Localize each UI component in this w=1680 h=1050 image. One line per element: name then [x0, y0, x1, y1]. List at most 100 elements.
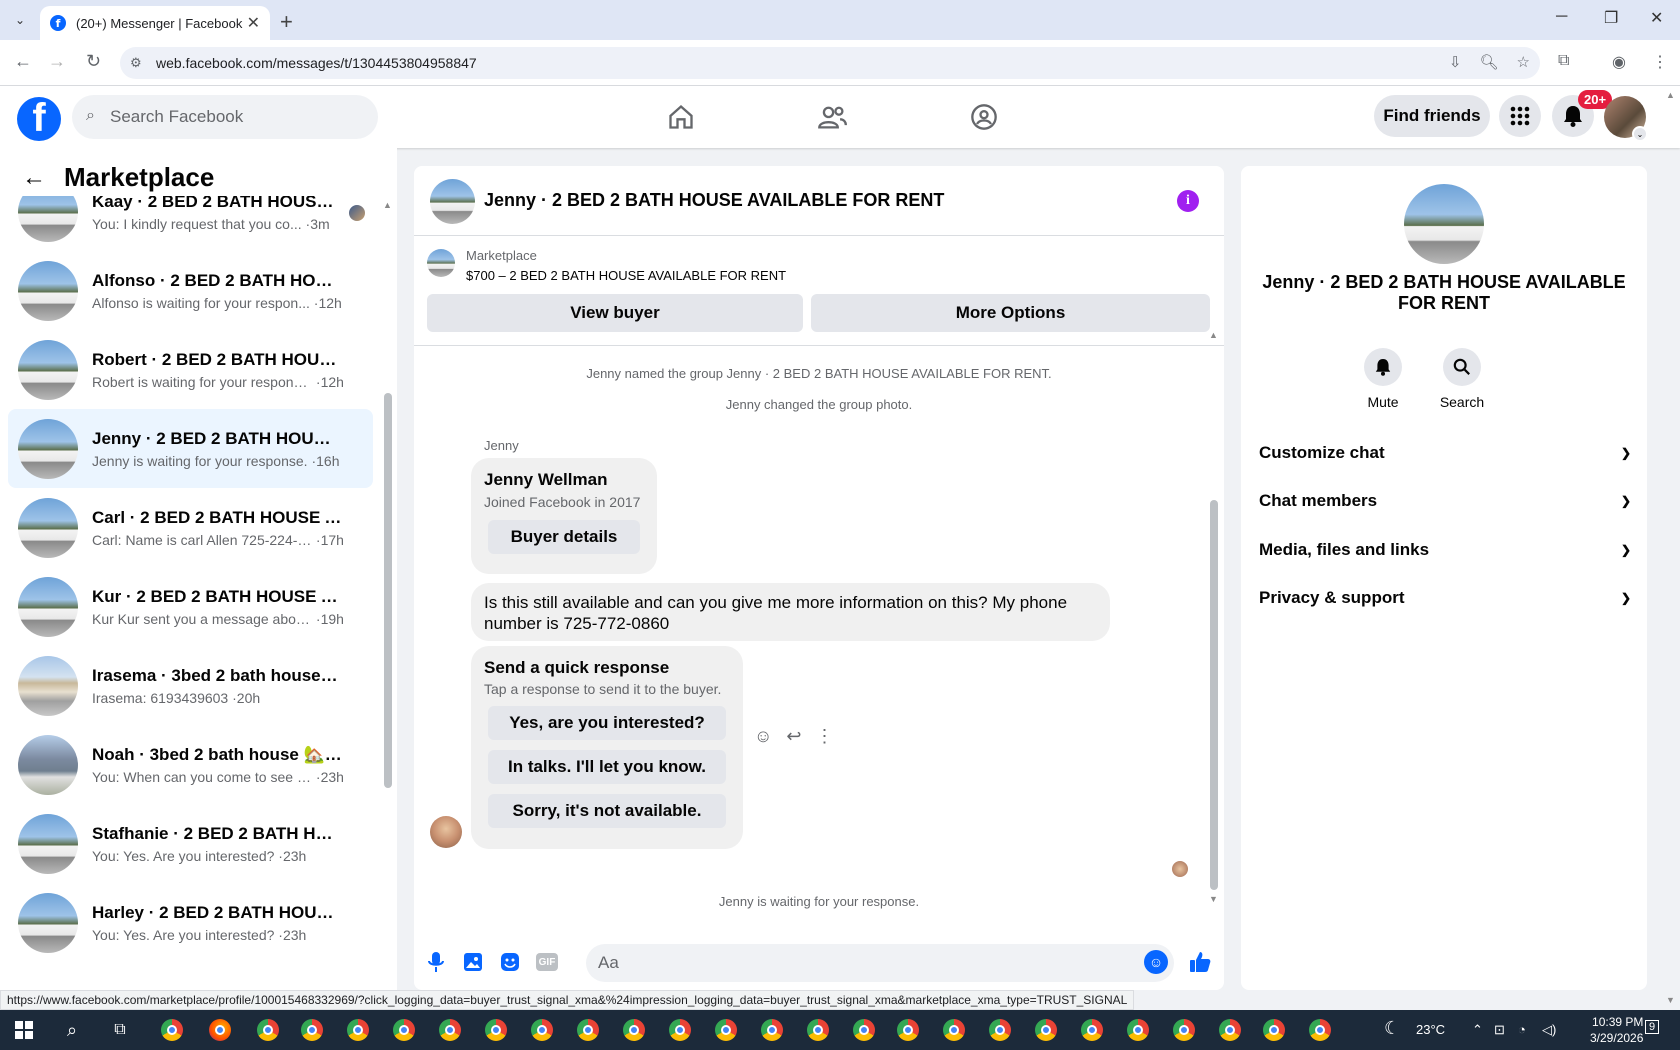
- chrome-taskbar-icon[interactable]: [298, 1016, 326, 1044]
- chrome-taskbar-icon[interactable]: [574, 1016, 602, 1044]
- firefox-taskbar-icon[interactable]: [206, 1016, 234, 1044]
- chat-title[interactable]: Jenny · 2 BED 2 BATH HOUSE AVAILABLE FOR…: [484, 190, 944, 211]
- site-info-icon[interactable]: ⚙: [130, 55, 142, 71]
- react-emoji-icon[interactable]: ☺: [754, 726, 772, 747]
- quick-response-yes-button[interactable]: Yes, are you interested?: [488, 706, 726, 740]
- facebook-search-input[interactable]: ⌕ Search Facebook: [72, 95, 378, 139]
- conversation-item[interactable]: Jenny · 2 BED 2 BATH HOUSE AV... Jenny is…: [8, 409, 373, 488]
- thumbs-up-icon[interactable]: [1188, 950, 1212, 974]
- message-input[interactable]: Aa: [586, 944, 1174, 982]
- windows-start-icon[interactable]: [10, 1016, 38, 1044]
- install-app-icon[interactable]: ⇩: [1449, 53, 1462, 71]
- view-buyer-button[interactable]: View buyer: [427, 294, 803, 332]
- extensions-icon[interactable]: ⧉: [1558, 52, 1569, 70]
- account-chevron-icon[interactable]: ⌄: [1632, 126, 1648, 142]
- profile-icon[interactable]: ◉: [1612, 52, 1626, 72]
- image-attach-icon[interactable]: [461, 950, 485, 974]
- bookmark-star-icon[interactable]: ☆: [1517, 53, 1530, 71]
- sticker-icon[interactable]: [498, 950, 522, 974]
- chrome-taskbar-icon[interactable]: [1306, 1016, 1334, 1044]
- new-tab-plus-icon[interactable]: +: [280, 9, 293, 35]
- conversation-item[interactable]: Robert · 2 BED 2 BATH HOUSE A... Robert i…: [8, 330, 373, 409]
- page-scroll-up-arrow-icon[interactable]: ▲: [1666, 90, 1675, 100]
- back-arrow-icon[interactable]: ←: [14, 51, 32, 72]
- chat-scrollbar-thumb[interactable]: [1210, 500, 1218, 890]
- chat-avatar[interactable]: [430, 179, 475, 224]
- listing-price-title[interactable]: $700 – 2 BED 2 BATH HOUSE AVAILABLE FOR …: [466, 268, 786, 283]
- info-icon[interactable]: i: [1177, 190, 1199, 212]
- chat-members-section[interactable]: Chat members ❯: [1259, 479, 1631, 523]
- more-options-button[interactable]: More Options: [811, 294, 1210, 332]
- scroll-up-arrow-icon[interactable]: ▲: [383, 200, 392, 210]
- conversation-item[interactable]: Kaay · 2 BED 2 BATH HOUSE A... You: I kin…: [8, 196, 373, 251]
- close-window-icon[interactable]: ✕: [1650, 8, 1663, 28]
- microphone-icon[interactable]: [424, 950, 448, 974]
- conversation-item[interactable]: Carl · 2 BED 2 BATH HOUSE AVAI... Carl: N…: [8, 488, 373, 567]
- chrome-taskbar-icon[interactable]: [850, 1016, 878, 1044]
- chrome-taskbar-icon[interactable]: [1032, 1016, 1060, 1044]
- chat-scrollbar[interactable]: ▲ ▼: [1209, 330, 1219, 904]
- wifi-icon[interactable]: ◔: [1518, 1022, 1526, 1037]
- find-friends-button[interactable]: Find friends: [1374, 95, 1490, 137]
- scroll-up-arrow-icon[interactable]: ▲: [1209, 330, 1218, 340]
- facebook-logo-icon[interactable]: f: [17, 97, 61, 141]
- task-view-icon[interactable]: ⧉: [106, 1016, 134, 1044]
- group-avatar[interactable]: [1404, 184, 1484, 264]
- tray-chevron-icon[interactable]: ⌃: [1472, 1022, 1483, 1038]
- browser-tab[interactable]: f (20+) Messenger | Facebook ✕: [40, 6, 270, 40]
- reload-icon[interactable]: ↻: [86, 51, 101, 72]
- conversation-item[interactable]: Harley · 2 BED 2 BATH HOUSE A... You: Yes…: [8, 883, 373, 962]
- browser-menu-icon[interactable]: ⋮: [1652, 52, 1668, 72]
- emoji-icon[interactable]: ☺: [1144, 950, 1168, 974]
- menu-grid-icon[interactable]: [1499, 95, 1541, 137]
- mute-button[interactable]: Mute: [1353, 348, 1413, 410]
- chrome-taskbar-icon[interactable]: [254, 1016, 282, 1044]
- chrome-taskbar-icon[interactable]: [986, 1016, 1014, 1044]
- chrome-taskbar-icon[interactable]: [1260, 1016, 1288, 1044]
- sender-avatar[interactable]: [430, 816, 462, 848]
- chrome-taskbar-icon[interactable]: [436, 1016, 464, 1044]
- chrome-taskbar-icon[interactable]: [344, 1016, 372, 1044]
- chrome-taskbar-icon[interactable]: [1216, 1016, 1244, 1044]
- chrome-taskbar-icon[interactable]: [620, 1016, 648, 1044]
- chrome-taskbar-icon[interactable]: [390, 1016, 418, 1044]
- zoom-icon[interactable]: 🔍︎: [1480, 53, 1499, 71]
- page-scroll-down-arrow-icon[interactable]: ▼: [1666, 995, 1675, 1005]
- search-button[interactable]: Search: [1432, 348, 1492, 410]
- sidebar-scrollbar[interactable]: [384, 393, 392, 788]
- customize-chat-section[interactable]: Customize chat ❯: [1259, 431, 1631, 475]
- weather-moon-icon[interactable]: ☾: [1384, 1018, 1400, 1039]
- chrome-taskbar-icon[interactable]: [712, 1016, 740, 1044]
- friends-nav-icon[interactable]: [812, 100, 852, 134]
- chrome-taskbar-icon[interactable]: [804, 1016, 832, 1044]
- back-arrow-icon[interactable]: ←: [22, 164, 46, 192]
- minimize-icon[interactable]: ─: [1556, 8, 1567, 26]
- forward-arrow-icon[interactable]: →: [48, 51, 66, 72]
- restore-icon[interactable]: ❐: [1604, 8, 1618, 28]
- close-tab-icon[interactable]: ✕: [247, 13, 260, 33]
- scroll-down-arrow-icon[interactable]: ▼: [1209, 894, 1218, 904]
- buyer-details-button[interactable]: Buyer details: [488, 520, 640, 554]
- conversation-item[interactable]: Kur · 2 BED 2 BATH HOUSE AVAI... Kur Kur …: [8, 567, 373, 646]
- gif-icon[interactable]: GIF: [536, 953, 558, 971]
- chrome-taskbar-icon[interactable]: [482, 1016, 510, 1044]
- home-nav-icon[interactable]: [661, 100, 701, 134]
- chrome-taskbar-icon[interactable]: [1170, 1016, 1198, 1044]
- quick-response-talks-button[interactable]: In talks. I'll let you know.: [488, 750, 726, 784]
- chrome-taskbar-icon[interactable]: [940, 1016, 968, 1044]
- network-icon[interactable]: ⊡: [1494, 1022, 1505, 1038]
- system-clock[interactable]: 10:39 PM 3/29/2026: [1590, 1014, 1643, 1046]
- chrome-taskbar-icon[interactable]: [1078, 1016, 1106, 1044]
- reply-icon[interactable]: ↩: [786, 726, 801, 747]
- more-actions-icon[interactable]: ⋮: [815, 726, 833, 747]
- listing-thumbnail[interactable]: [427, 249, 455, 277]
- conversation-item[interactable]: Alfonso · 2 BED 2 BATH HOUSE ... Alfonso …: [8, 251, 373, 330]
- quick-response-unavailable-button[interactable]: Sorry, it's not available.: [488, 794, 726, 828]
- media-files-section[interactable]: Media, files and links ❯: [1259, 528, 1631, 572]
- chrome-taskbar-icon[interactable]: [666, 1016, 694, 1044]
- conversation-item[interactable]: Irasema · 3bed 2 bath house 🏡 ... Irasema…: [8, 646, 373, 725]
- notification-center-icon[interactable]: 9: [1645, 1020, 1660, 1034]
- volume-icon[interactable]: ◁): [1542, 1022, 1556, 1038]
- chrome-taskbar-icon[interactable]: [1124, 1016, 1152, 1044]
- conversation-item[interactable]: Stafhanie · 2 BED 2 BATH HOUS... You: Yes…: [8, 804, 373, 883]
